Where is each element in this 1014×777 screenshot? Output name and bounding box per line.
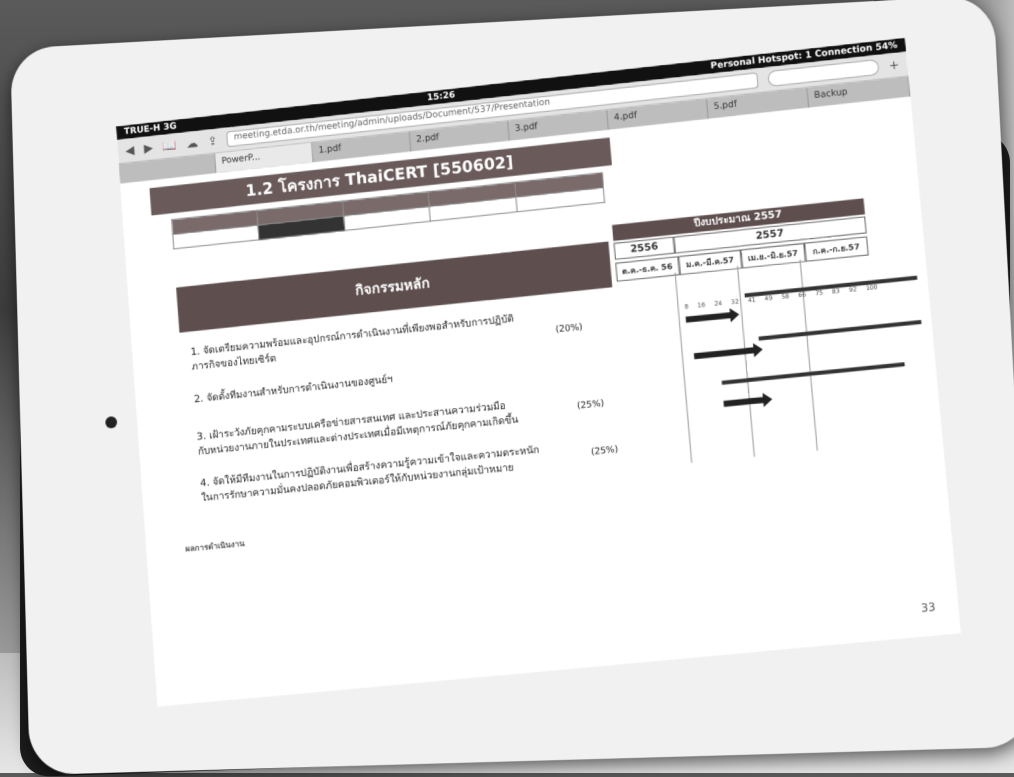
scale-tick: 24 bbox=[714, 299, 723, 308]
activity-weight: (25%) bbox=[576, 398, 605, 412]
scale-tick: 75 bbox=[814, 289, 824, 298]
document-content: 1.2 โครงการ ThaiCERT [550602] กิจกรรมหลั… bbox=[120, 96, 960, 695]
quarter-cell: ก.ค.-ก.ย.57 bbox=[803, 236, 869, 262]
ipad-screen: TRUE-H 3G 15:26 Personal Hotspot: 1 Conn… bbox=[115, 37, 961, 707]
scale-tick: 8 bbox=[684, 303, 689, 311]
progress-arrow bbox=[685, 312, 732, 323]
scale-tick: 32 bbox=[730, 298, 740, 307]
scale-tick: 66 bbox=[798, 291, 807, 300]
scale-tick: 16 bbox=[697, 301, 706, 310]
section-header: กิจกรรมหลัก bbox=[176, 241, 613, 333]
activity-weight: (20%) bbox=[555, 322, 583, 336]
activity-2: 2. จัดตั้งทีมงานสำหรับการดำเนินงานของศูน… bbox=[194, 372, 394, 407]
forward-icon[interactable]: ▶ bbox=[143, 141, 153, 156]
gantt-divider bbox=[674, 272, 693, 463]
bookmarks-icon[interactable]: 📖 bbox=[162, 138, 177, 153]
quarter-cell: ม.ค.-มี.ค.57 bbox=[677, 249, 743, 276]
share-icon[interactable]: ⇪ bbox=[207, 134, 218, 149]
scale-tick: 41 bbox=[747, 296, 756, 305]
scale-tick: 49 bbox=[764, 294, 773, 303]
scale-tick: 83 bbox=[831, 287, 841, 296]
back-icon[interactable]: ◀ bbox=[125, 143, 135, 158]
new-tab-icon[interactable]: + bbox=[888, 58, 900, 73]
page-number: 33 bbox=[920, 600, 937, 616]
ipad-device: TRUE-H 3G 15:26 Personal Hotspot: 1 Conn… bbox=[10, 0, 1014, 776]
progress-scale: 8 16 24 32 41 49 58 66 75 83 92 100 bbox=[684, 284, 877, 311]
year-2556: 2556 bbox=[613, 236, 676, 260]
scale-tick: 92 bbox=[848, 285, 858, 294]
quarter-cell: ต.ค.-ธ.ค. 56 bbox=[615, 256, 680, 282]
camera-dot bbox=[105, 416, 118, 429]
scale-tick: 100 bbox=[865, 283, 878, 293]
activity-weight: (25%) bbox=[590, 444, 619, 458]
progress-bar bbox=[758, 319, 922, 341]
activity-text: 2. จัดตั้งทีมงานสำหรับการดำเนินงานของศูน… bbox=[193, 374, 394, 406]
scale-tick: 58 bbox=[781, 292, 790, 301]
cloud-icon[interactable]: ☁ bbox=[186, 136, 199, 151]
clock: 15:26 bbox=[426, 90, 456, 104]
progress-arrow bbox=[723, 396, 765, 407]
progress-bar bbox=[721, 362, 905, 385]
quarter-cell: เม.ย.-มิ.ย.57 bbox=[740, 242, 806, 269]
battery-label: 54% bbox=[875, 40, 898, 54]
